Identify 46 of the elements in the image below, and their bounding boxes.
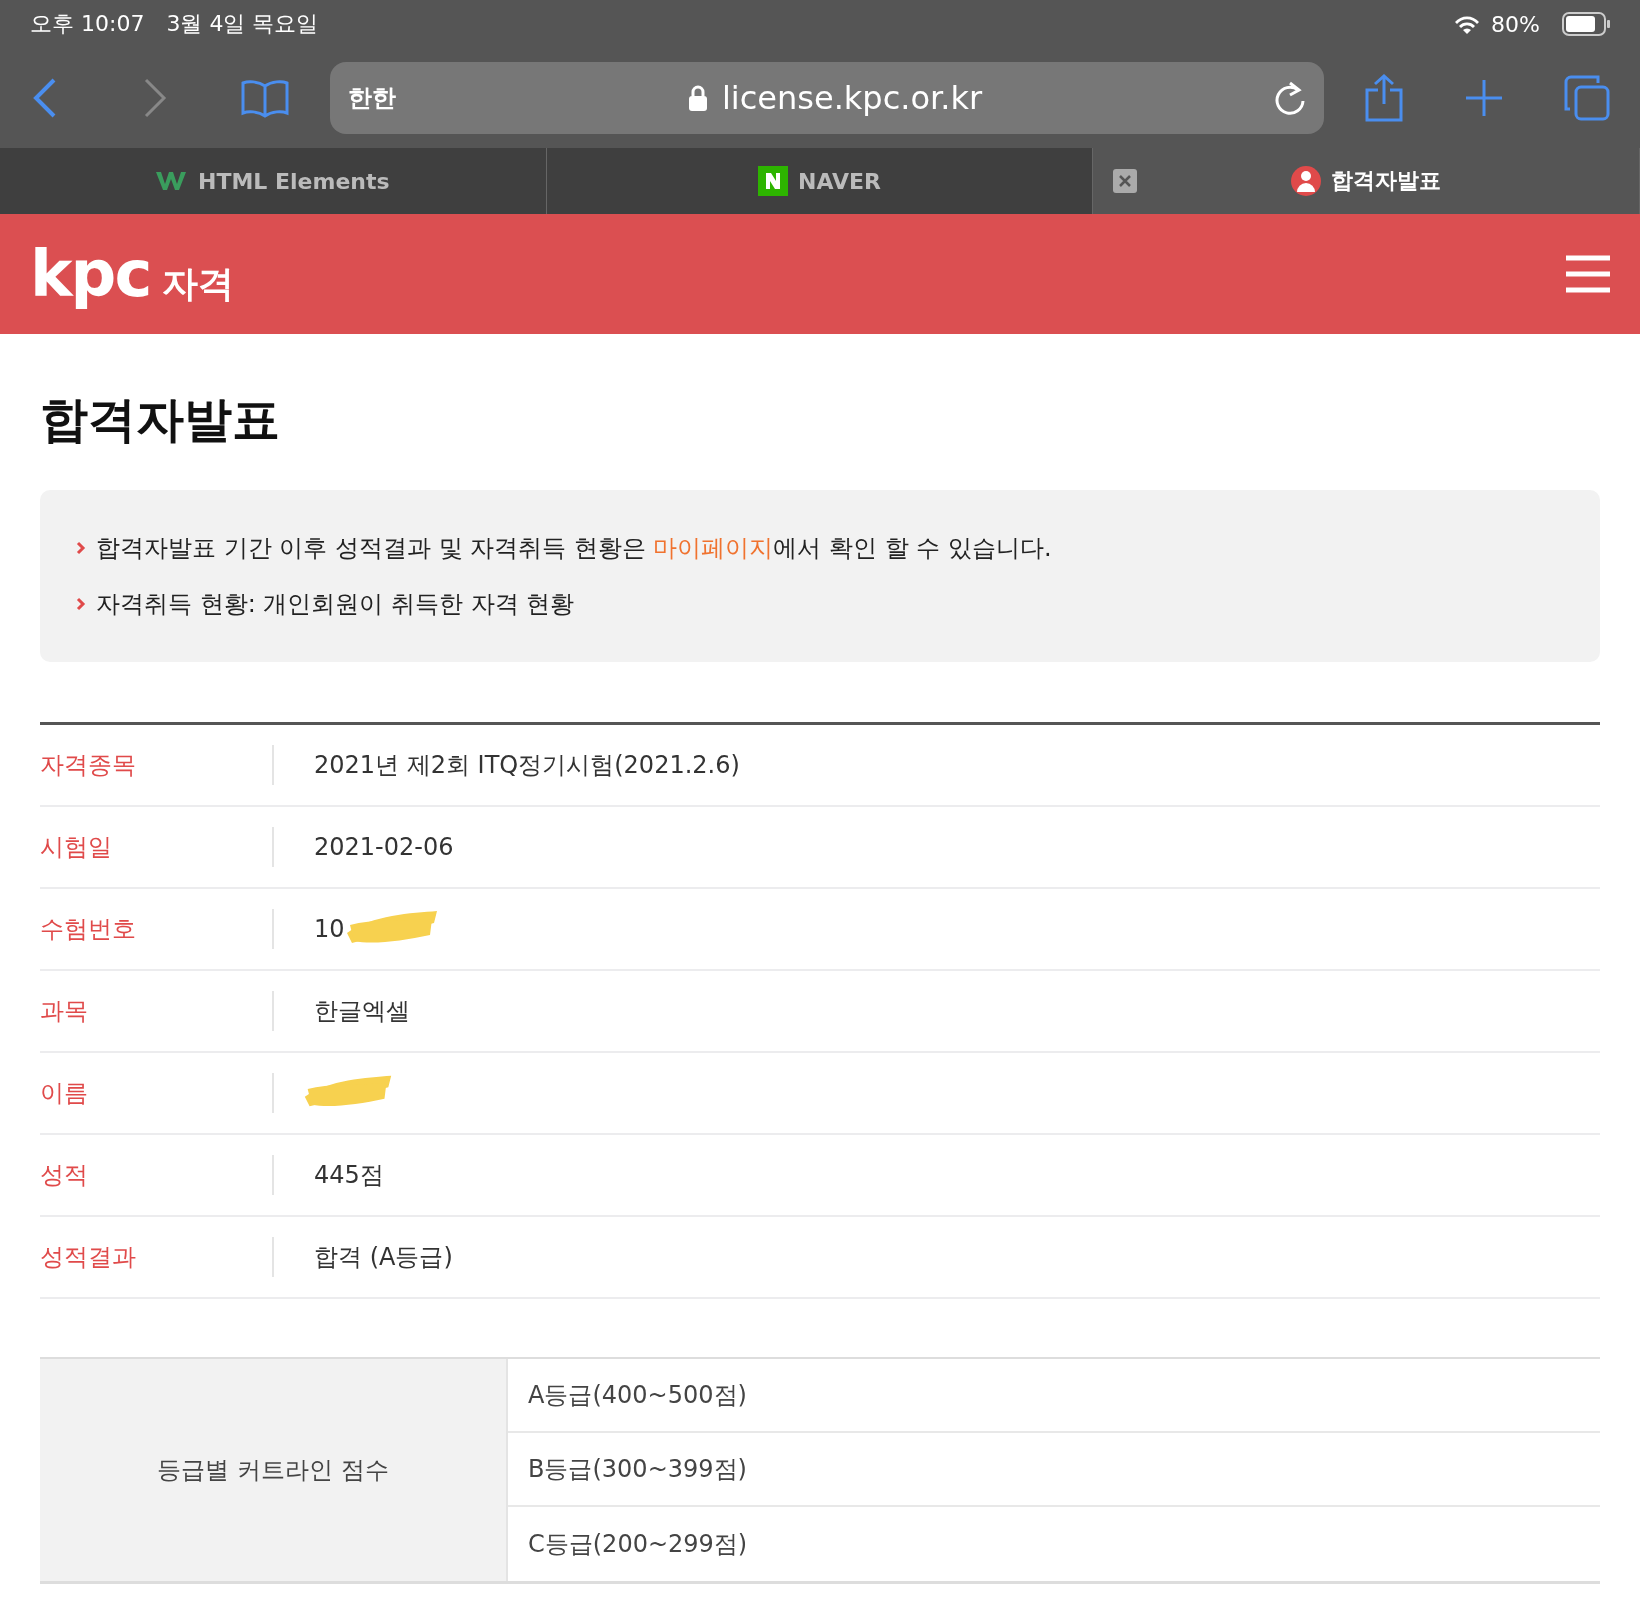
reload-icon[interactable] [1274,81,1306,115]
lock-icon [687,85,708,111]
grade-cell-text: C등급(200~299점) [527,1529,749,1560]
field-value: 445점 [314,1160,384,1191]
notice-text: 합격자발표 기간 이후 성적결과 및 자격취득 현황은 마이페이지에서 확인 할 수 있습니다. [96,533,1052,564]
field-label: 자격종목 [40,750,137,781]
wifi-icon [1453,14,1482,34]
close-icon[interactable] [1113,169,1138,193]
menu-icon[interactable] [1566,255,1610,293]
status-time: 오후 10:07 [30,10,145,38]
bookmarks-icon[interactable] [240,78,290,118]
browser-tab[interactable]: NAVER [546,148,1094,214]
field-value: 2021년 제2회 ITQ정기시험(2021.2.6) [314,750,740,781]
share-icon[interactable] [1364,74,1404,122]
chevron-icon [76,541,86,555]
reader-button[interactable]: 한한 [348,82,396,114]
notice-text: 자격취득 현황: 개인회원이 취득한 자격 현황 [96,589,575,620]
field-label: 시험일 [40,832,113,863]
grade-cell: A등급(400~500점) [508,1359,1600,1433]
field-value: 10 [314,915,345,943]
address-text: license.kpc.or.kr [721,79,983,117]
field-label: 이름 [40,1078,89,1109]
browser-tab[interactable]: 합격자발표 [1093,148,1640,214]
mypage-link[interactable]: 마이페이지 [653,534,774,562]
field-label: 성적결과 [40,1242,137,1273]
battery-percent: 80% [1491,11,1540,37]
plus-icon[interactable] [1464,78,1504,118]
cutline-heading: 등급별 커트라인 점수 [157,1455,389,1486]
tabs-icon[interactable] [1564,75,1610,121]
field-label: 성적 [40,1160,89,1191]
field-label: 수험번호 [40,914,137,945]
field-label: 과목 [40,996,89,1027]
status-date: 3월 4일 목요일 [166,10,319,38]
browser-tab[interactable]: HTML Elements [0,148,547,214]
page-title: 합격자발표 [40,390,281,449]
kpc-logo[interactable]: kpc 자격 [30,237,235,311]
w3-logo-icon [156,170,189,192]
grade-cell: B등급(300~399점) [508,1433,1600,1507]
person-icon [1291,166,1322,196]
field-value: 합격 (A등급) [314,1242,453,1273]
naver-logo-icon [758,166,789,196]
chevron-icon [76,597,86,611]
address-bar[interactable]: 한한 license.kpc.or.kr [330,62,1324,134]
battery-icon [1562,12,1610,36]
field-value: 한글엑셀 [314,996,410,1027]
field-value: 2021-02-06 [314,833,454,861]
